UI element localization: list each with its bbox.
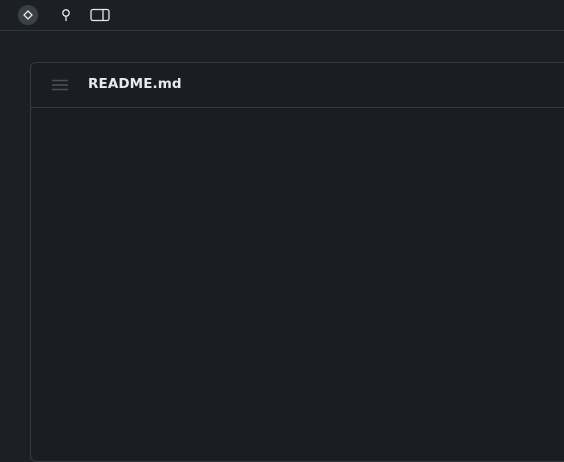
top-toolbar: [0, 0, 564, 31]
file-header: README.md: [31, 63, 564, 108]
diamond-icon: [23, 10, 33, 20]
pin-icon: [62, 9, 70, 21]
file-menu-button[interactable]: [49, 75, 71, 95]
sidebar-panel-icon: [90, 8, 110, 22]
pin-button[interactable]: [56, 5, 76, 25]
file-content: [31, 108, 564, 461]
file-viewer-panel: README.md: [30, 62, 564, 462]
toggle-panel-button[interactable]: [89, 5, 111, 25]
diamond-button[interactable]: [18, 5, 38, 25]
hamburger-menu-icon: [52, 79, 68, 91]
file-name: README.md: [88, 76, 182, 92]
